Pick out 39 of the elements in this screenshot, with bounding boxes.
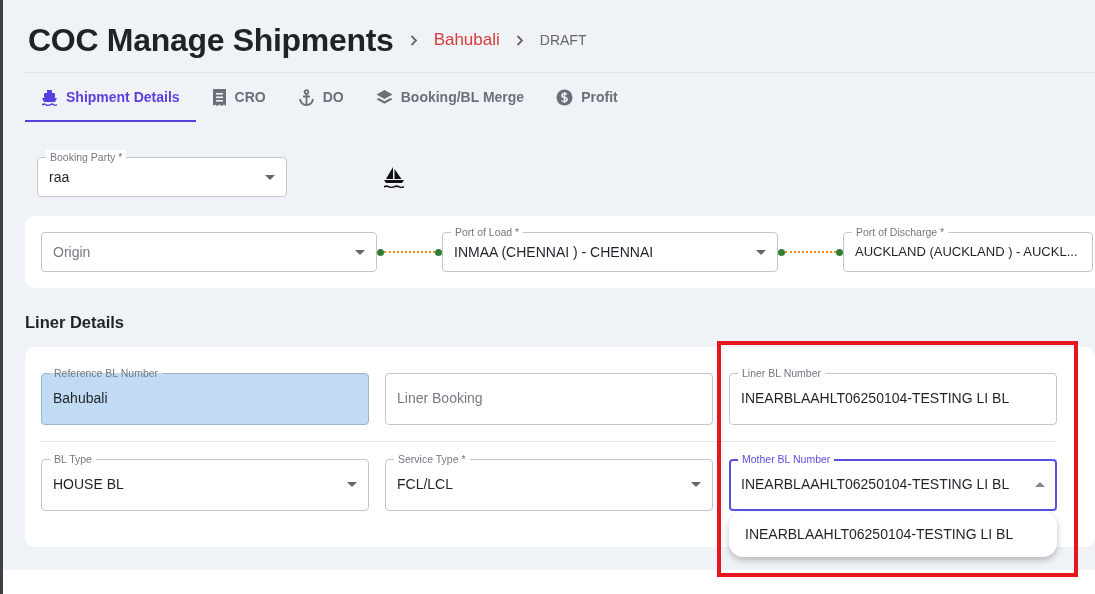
sailboat-icon xyxy=(383,166,405,188)
status-text: DRAFT xyxy=(539,30,587,50)
input-field[interactable]: Port of Discharge * AUCKLAND (AUCKLAND ) - AUCKL... xyxy=(843,225,1093,272)
breadcrumb-link[interactable]: Bahubali xyxy=(433,27,500,53)
select-field[interactable]: Origin xyxy=(41,225,377,272)
caret-up-icon xyxy=(1035,482,1045,488)
tab[interactable]: Shipment Details xyxy=(25,77,196,122)
dropdown-option[interactable]: INEARBLAAHLT06250104-TESTING LI BL xyxy=(745,523,1041,545)
caret-icon xyxy=(756,249,766,255)
tab[interactable]: DO xyxy=(281,77,360,122)
section-title: Liner Details xyxy=(25,312,126,333)
chevron-icon xyxy=(409,34,418,46)
caret-icon xyxy=(347,482,357,488)
page-title: COC Manage Shipments xyxy=(28,21,394,60)
caret-icon xyxy=(355,249,365,255)
caret-icon xyxy=(265,174,275,180)
select-field[interactable]: Port of Load * INMAA (CHENNAI ) - CHENNAI xyxy=(442,225,778,272)
tab-icon xyxy=(375,89,393,106)
connector-line xyxy=(377,248,442,256)
tab[interactable]: Profit xyxy=(540,77,634,122)
input-field[interactable]: Liner BL Number INEARBLAAHLT06250104-TESTING LI BL xyxy=(729,365,1057,425)
tab-icon xyxy=(297,89,315,106)
select-field[interactable]: Service Type * FCL/LCL xyxy=(385,451,713,511)
field-label: Port of Load * xyxy=(451,225,524,239)
chevron-icon xyxy=(515,34,524,46)
tab-icon xyxy=(556,89,574,106)
select-field[interactable]: Booking Party * raa xyxy=(37,150,287,197)
input-field[interactable]: Reference BL Number Bahubali xyxy=(41,365,369,425)
caret-icon xyxy=(691,482,701,488)
select-field[interactable]: BL Type HOUSE BL xyxy=(41,451,369,511)
tab-icon xyxy=(211,89,227,106)
field-label: Port of Discharge * xyxy=(852,225,949,239)
input-field[interactable]: Liner Booking xyxy=(385,365,713,425)
select-field[interactable]: Mother BL Number INEARBLAAHLT06250104-TESTING LI BL xyxy=(729,451,1057,511)
field-label: Booking Party * xyxy=(46,150,127,164)
tab[interactable]: CRO xyxy=(195,77,282,122)
connector-line xyxy=(778,248,843,256)
tab[interactable]: Booking/BL Merge xyxy=(359,77,541,122)
tab-icon xyxy=(41,89,58,106)
